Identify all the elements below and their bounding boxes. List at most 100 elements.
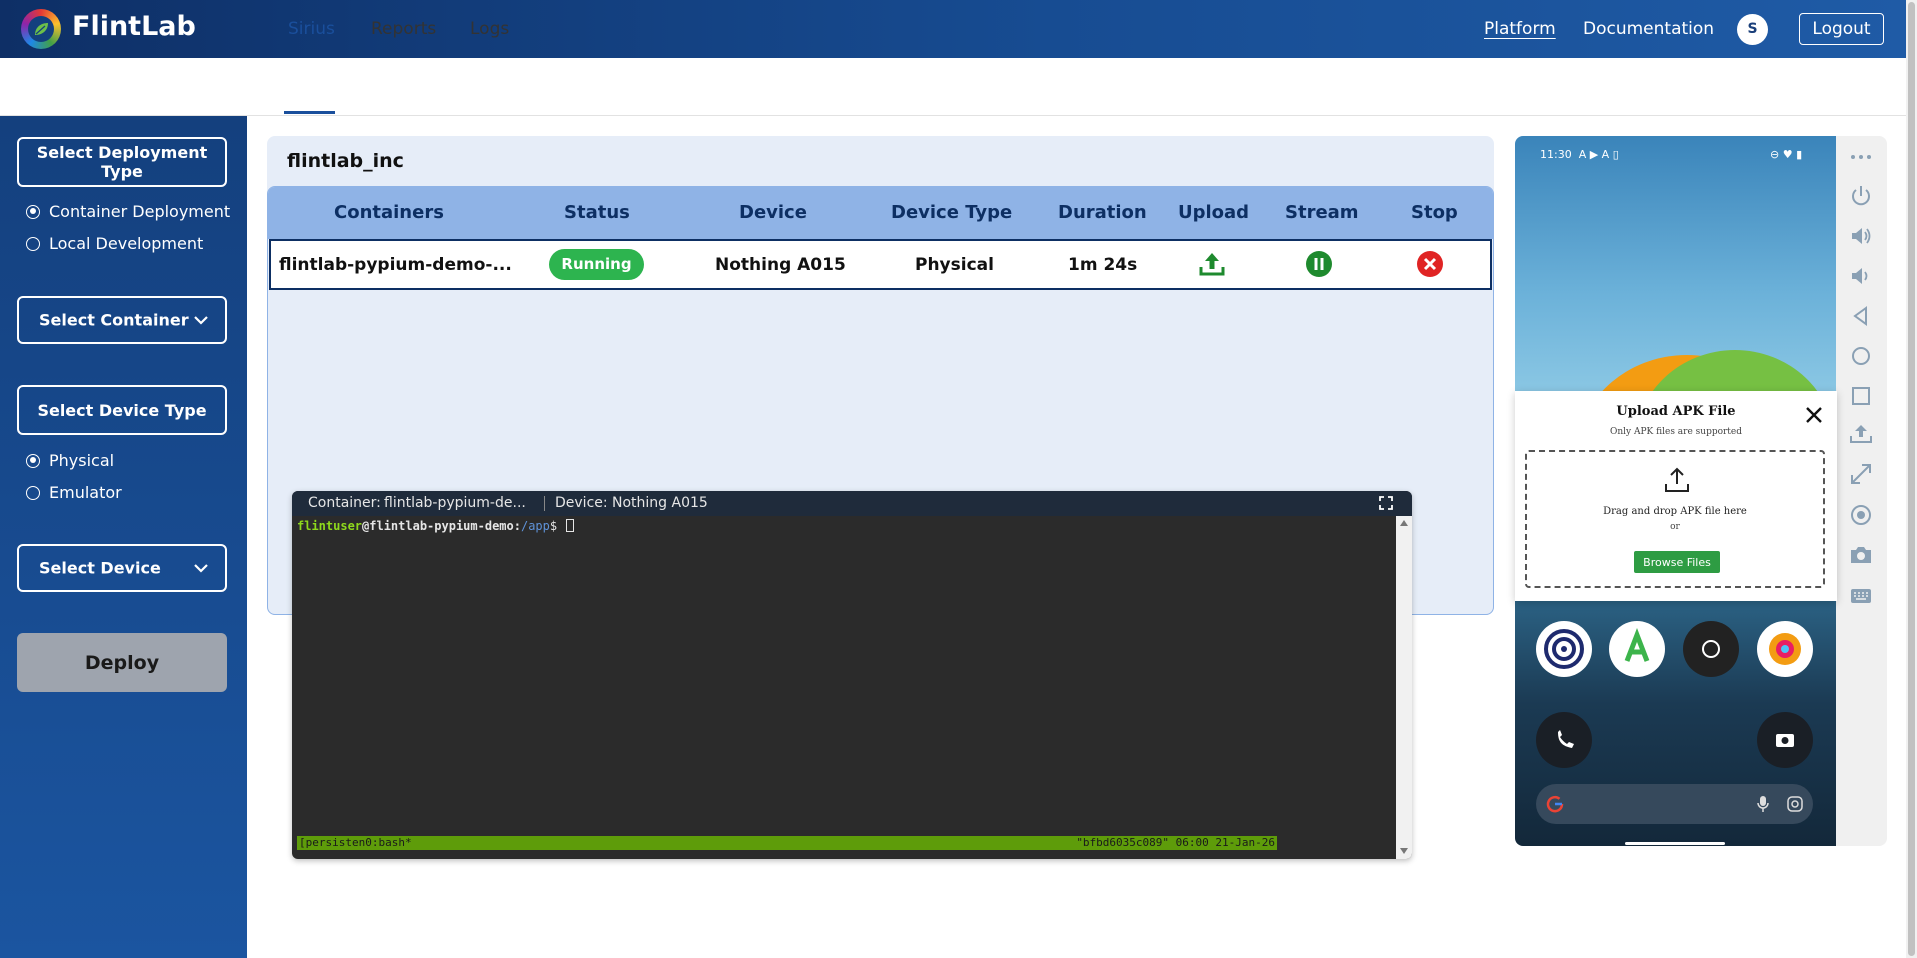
prompt-path: /app [520,519,550,533]
scroll-down-icon[interactable] [1400,848,1408,854]
volume-up-icon[interactable] [1848,223,1874,249]
select-deployment-type-button[interactable]: Select Deployment Type [17,137,227,187]
prompt-end: $ [549,519,565,533]
dropzone-text: Drag and drop APK file here [1603,506,1747,517]
scroll-up-icon[interactable] [1400,520,1408,526]
phone-time: 11:30 [1540,148,1572,161]
radio-checked-icon[interactable] [26,204,40,219]
overview-icon[interactable] [1848,383,1874,409]
prompt-host: @flintlab-pypium-demo: [362,519,521,533]
radio-physical[interactable]: Physical [26,451,114,470]
select-container-dropdown[interactable]: Select Container [17,296,227,344]
lens-icon[interactable] [1786,795,1804,813]
col-stream: Stream [1285,202,1359,223]
chevron-down-icon [194,316,208,325]
modal-subtitle: Only APK files are supported [1609,427,1743,437]
brand-name[interactable]: FlintLab [72,11,196,42]
terminal-device-value: Nothing A015 [612,495,708,511]
tabs-bar [0,58,1906,116]
org-title: flintlab_inc [287,150,404,172]
col-duration: Duration [1058,202,1147,223]
modal-title: Upload APK File [1616,404,1736,419]
terminal-prompt[interactable]: flintuser@flintlab-pypium-demo:/app$ [297,519,575,533]
spiral-icon [1544,629,1584,669]
fullscreen-icon[interactable] [1378,495,1394,511]
terminal-window[interactable]: Container: flintlab-pypium-de... Device:… [292,491,1412,859]
radio-emulator[interactable]: Emulator [26,483,122,502]
chevron-down-icon [194,564,208,573]
terminal-scrollbar[interactable] [1396,516,1412,859]
col-device-type: Device Type [891,202,1013,223]
status-badge: Running [549,249,644,280]
radio-label: Physical [49,451,115,470]
back-icon[interactable] [1848,303,1874,329]
active-tab-indicator [284,111,335,114]
radio-label: Emulator [49,483,122,502]
terminal-cursor [566,519,575,532]
browse-files-button[interactable]: Browse Files [1634,551,1720,573]
radio-local-development[interactable]: Local Development [26,234,203,253]
home-icon[interactable] [1848,343,1874,369]
apk-dropzone[interactable]: Drag and drop APK file here or Browse Fi… [1525,450,1825,588]
screenshot-camera-icon[interactable] [1848,542,1874,568]
app-icon-browser[interactable] [1757,621,1813,677]
tmux-clock: "bfbd6035c089" 06:00 21-Jan-26 [1076,836,1275,849]
tmux-status-bar: [persisten0:bash* "bfbd6035c089" 06:00 2… [297,836,1277,850]
radio-checked-icon[interactable] [26,453,40,468]
stop-icon[interactable] [1416,250,1444,278]
volume-down-icon[interactable] [1848,263,1874,289]
cell-container: flintlab-pypium-demo-... [279,255,512,275]
tab-reports[interactable]: Reports [371,19,436,39]
more-options-icon[interactable] [1848,144,1874,170]
keyboard-icon[interactable] [1848,583,1874,609]
app-icon-spiral[interactable] [1536,621,1592,677]
google-icon [1546,795,1564,813]
radio-container-deployment[interactable]: Container Deployment [26,202,230,221]
power-icon[interactable] [1848,183,1874,209]
select-device-type-button[interactable]: Select Device Type [17,385,227,435]
app-icon-camera[interactable] [1757,712,1813,768]
app-icon-a-store[interactable] [1609,621,1665,677]
close-icon[interactable] [1804,405,1824,425]
google-search-bar[interactable] [1536,784,1813,824]
phone-status-icons: A ▶ A ▯ [1578,148,1619,161]
resize-icon[interactable] [1848,461,1874,487]
gesture-home-bar[interactable] [1625,842,1725,845]
record-icon[interactable] [1848,502,1874,528]
cell-device: Nothing A015 [715,255,846,275]
cell-duration: 1m 24s [1068,255,1138,275]
col-status: Status [564,202,630,223]
nav-platform[interactable]: Platform [1484,19,1556,39]
select-device-dropdown[interactable]: Select Device [17,544,227,592]
deploy-button[interactable]: Deploy [17,633,227,692]
radio-unchecked-icon[interactable] [26,236,40,251]
phone-status-right-icons: ⊖ ♥ ▮ [1770,148,1803,161]
upload-icon[interactable] [1198,250,1226,278]
user-avatar[interactable]: S [1737,14,1768,45]
nav-documentation[interactable]: Documentation [1583,19,1714,39]
terminal-device-label: Device: [555,495,608,511]
terminal-header: Container: flintlab-pypium-de... Device:… [292,491,1412,516]
terminal-container-value: flintlab-pypium-de... [384,495,526,511]
microphone-icon[interactable] [1756,795,1770,813]
weather-icon [1702,640,1720,658]
terminal-container-label: Container: [308,495,381,511]
col-containers: Containers [334,202,444,223]
pause-stream-icon[interactable] [1305,250,1333,278]
prompt-user: flintuser [297,519,363,533]
app-icon-phone[interactable] [1536,712,1592,768]
install-apk-icon[interactable] [1848,421,1874,447]
tab-sirius[interactable]: Sirius [288,19,335,39]
app-icon-weather[interactable] [1683,621,1739,677]
logout-button[interactable]: Logout [1799,13,1884,45]
radio-unchecked-icon[interactable] [26,485,40,500]
tmux-session: [persisten0:bash* [299,836,412,849]
col-device: Device [739,202,807,223]
tab-logs[interactable]: Logs [470,19,509,39]
dropdown-label: Select Device [39,558,161,578]
browser-icon [1769,633,1801,665]
page-scrollbar-thumb[interactable] [1908,2,1915,956]
phone-call-icon [1558,730,1574,748]
a-letter-icon [1624,628,1650,662]
dropzone-or: or [1670,522,1680,532]
